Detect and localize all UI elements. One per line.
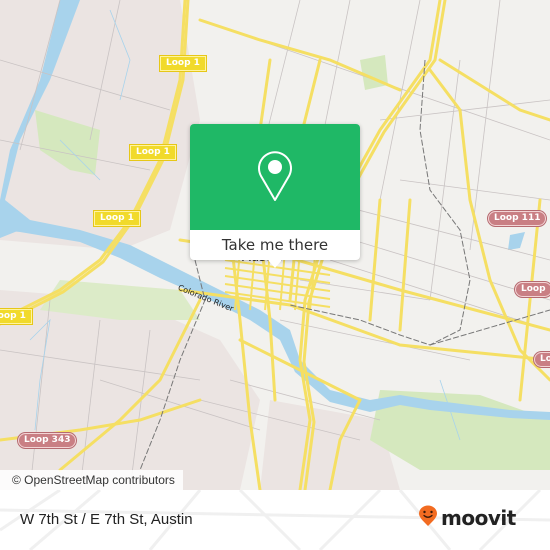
moovit-wordmark: moovit [441,506,516,530]
park [360,55,388,90]
moovit-logo[interactable]: moovit [418,505,516,531]
destination-popup: Take me there [190,124,360,268]
route-shield: Loop 1 [130,145,176,160]
stop-title: W 7th St / E 7th St, Austin [20,511,193,528]
popup-pointer [268,260,282,268]
route-shield: Loop 1 [94,211,140,226]
route-shield: Loop 111 [488,211,547,226]
moovit-smile-pin-icon [418,505,438,531]
take-me-there-button[interactable]: Take me there [190,230,360,260]
map-attribution[interactable]: © OpenStreetMap contributors [0,470,183,490]
water [508,232,525,250]
route-shield: Loop [515,282,550,297]
map[interactable]: Loop 1 Loop 1 Loop 1 Loop 1 Loop 111 Loo… [0,0,550,490]
route-shield: Loop 343 [18,433,77,448]
route-shield: Loop 1 [160,56,206,71]
route-shield: Lo [534,352,550,367]
popup-header [190,124,360,230]
route-shield: Loop 1 [0,309,32,324]
